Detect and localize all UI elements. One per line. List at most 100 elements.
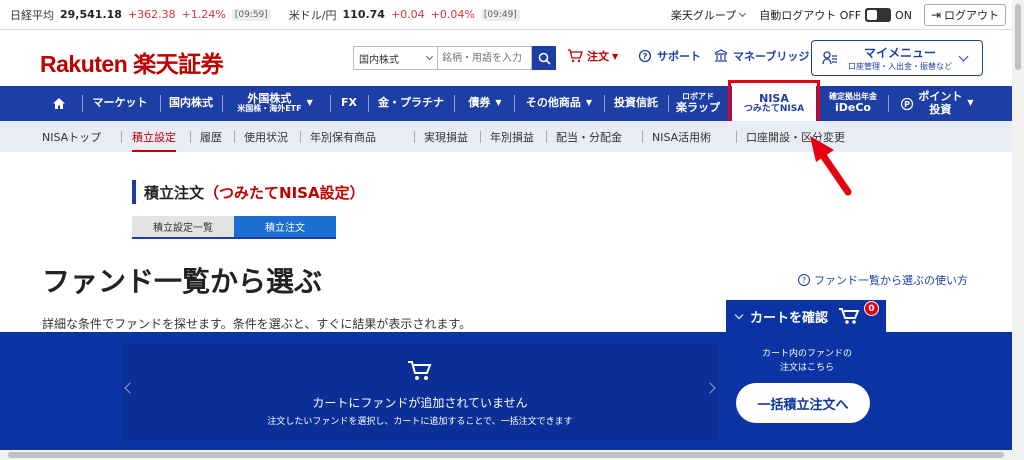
chevron-down-icon [739,9,747,18]
nav-domestic-label: 国内株式 [169,96,213,110]
search-category-value: 国内株式 [359,54,399,66]
nav-bonds-label: 債券 [468,96,491,110]
subnav-yearly-holdings[interactable]: 年別保有商品 [310,121,376,152]
cart-confirm-toggle[interactable]: カートを確認 [726,300,886,332]
nav-ideco[interactable]: 確定拠出年金 iDeCo [822,86,884,121]
svg-text:P: P [904,100,910,109]
cart-empty-title: カートにファンドが追加されていません [312,396,528,410]
logout-label: ログアウト [944,9,999,22]
nav-point-investment[interactable]: P ポイント 投資 ▼ [892,86,982,121]
search-input[interactable] [437,46,532,70]
cart-icon [568,49,583,63]
cart-icon [408,361,432,380]
user-menu-icon [822,51,837,65]
cart-empty-message: カートにファンドが追加されていません 注文したいファンドを選択し、カートに追加す… [122,360,718,427]
chevron-down-icon [734,310,744,319]
nav-other-products[interactable]: その他商品 ▼ [516,86,602,121]
nav-foreign-stocks[interactable]: 外国株式 米国株・海外ETF ▼ [224,86,326,121]
howto-label: ファンド一覧から選ぶの使い方 [814,274,968,287]
auto-logout-on-label: ON [895,8,912,22]
nav-domestic-stocks[interactable]: 国内株式 [162,86,220,121]
cart-info-line2: 注文はこちら [779,362,834,373]
subnav-realized-pl[interactable]: 実現損益 [424,121,468,152]
caret-down-icon: ▼ [612,51,619,61]
nav-funds-label: 投資信託 [614,96,658,110]
section-description: 詳細な条件でファンドを探せます。条件を選ぶと、すぐに結果が表示されます。 [42,317,472,331]
nisa-highlight-box [728,80,820,126]
money-bridge-label: マネーブリッジ [733,50,810,63]
order-tabs: 積立設定一覧 積立注文 [132,216,336,239]
nav-robo-advisor[interactable]: ロボアド 楽ラップ [670,86,726,121]
page-title-main: 積立注文 [144,183,205,202]
auto-logout-label: 自動ログアウト OFF [759,9,862,22]
nav-point-sublabel: 投資 [929,102,952,116]
nav-gold-platinum[interactable]: 金・プラチナ [370,86,452,121]
bulk-order-button[interactable]: 一括積立注文へ [736,383,870,423]
subnav-history[interactable]: 履歴 [200,121,222,152]
order-label: 注文 [587,50,609,63]
subnav-usage[interactable]: 使用状況 [244,121,288,152]
cart-empty-subtitle: 注文したいファンドを選択し、カートに追加することで、一括注文できます [267,417,573,427]
cart-info-line1: カート内のファンドの [761,349,852,359]
ticker-nikkei: 日経平均 29,541.18 +362.38 +1.24% [09:59] [10,7,271,23]
auto-logout-toggle[interactable]: 自動ログアウト OFF ON [759,7,912,23]
nav-gold-label: 金・プラチナ [378,96,444,110]
nikkei-time: [09:59] [231,8,271,21]
horizontal-scrollbar[interactable] [0,450,1024,460]
nav-market[interactable]: マーケット [84,86,156,121]
home-button[interactable] [42,86,76,121]
chevron-down-icon [958,51,969,61]
rakuten-logo[interactable]: Rakuten 楽天証券 [40,45,224,79]
my-menu-subtitle: 口座管理・入出金・振替など [848,62,952,71]
nav-foreign-sublabel: 米国株・海外ETF [237,104,302,114]
my-menu-button[interactable]: マイメニュー 口座管理・入出金・振替など [811,40,983,76]
home-icon [53,98,65,109]
ticker-usdjpy: 米ドル/円 110.74 +0.04 +0.04% [09:49] [289,7,520,23]
tab-recurring-list[interactable]: 積立設定一覧 [132,216,234,237]
howto-link[interactable]: ? ファンド一覧から選ぶの使い方 [798,272,968,288]
toggle-switch[interactable] [865,8,892,22]
svg-text:?: ? [643,52,648,61]
site-header: Rakuten 楽天証券 国内株式 注文 ▼ ? サポート マネーブリッジ マイ… [0,30,1012,86]
subnav-dividends[interactable]: 配当・分配金 [556,121,622,152]
rakuten-group-menu[interactable]: 楽天グループ [670,7,747,23]
tab-recurring-order[interactable]: 積立注文 [234,216,336,237]
rakuten-group-label: 楽天グループ [670,9,737,22]
order-menu[interactable]: 注文 ▼ [567,48,618,64]
nav-other-label: その他商品 [525,96,581,110]
caret-down-icon: ▼ [967,98,974,108]
money-bridge-link[interactable]: マネーブリッジ [713,48,809,64]
search-category-select[interactable]: 国内株式 [353,46,437,70]
logout-button[interactable]: ⇥ ログアウト [923,4,1006,26]
scrollbar-thumb[interactable] [8,452,1004,458]
search-button[interactable] [532,46,556,70]
nikkei-change: +362.38 [127,8,176,21]
nav-fx[interactable]: FX [332,86,366,121]
usdjpy-label: 米ドル/円 [288,8,337,22]
subnav-recurring-settings[interactable]: 積立設定 [132,121,176,152]
cart-count-badge: 0 [864,301,879,316]
nav-mutual-funds[interactable]: 投資信託 [606,86,666,121]
logout-icon: ⇥ [930,8,941,22]
vertical-scrollbar[interactable] [1012,0,1024,450]
nikkei-value: 29,541.18 [60,8,122,21]
chevron-down-icon [425,52,434,61]
nav-bonds[interactable]: 債券 ▼ [456,86,514,121]
subnav-yearly-pl[interactable]: 年別損益 [490,121,534,152]
subnav-nisa-top[interactable]: NISAトップ [42,121,101,152]
section-heading: ファンド一覧から選ぶ [42,265,323,298]
market-ticker: 日経平均 29,541.18 +362.38 +1.24% [09:59] 米ド… [0,0,1012,30]
caret-down-icon: ▼ [585,98,593,108]
nav-market-label: マーケット [92,96,148,110]
caret-down-icon: ▼ [495,98,502,108]
caret-down-icon: ▼ [306,98,313,108]
support-link[interactable]: ? サポート [637,48,701,64]
nisa-sub-navigation: NISAトップ 積立設定 履歴 使用状況 年別保有商品 実現損益 年別損益 配当… [0,121,1012,152]
usdjpy-change: +0.04 [390,8,425,21]
nikkei-label: 日経平均 [10,8,54,22]
subnav-nisa-tips[interactable]: NISA活用術 [652,121,711,152]
annotation-arrow-icon [810,136,852,196]
my-menu-title: マイメニュー [863,46,936,60]
scrollbar-thumb[interactable] [1015,4,1021,70]
nav-point-label: ポイント [918,90,963,104]
